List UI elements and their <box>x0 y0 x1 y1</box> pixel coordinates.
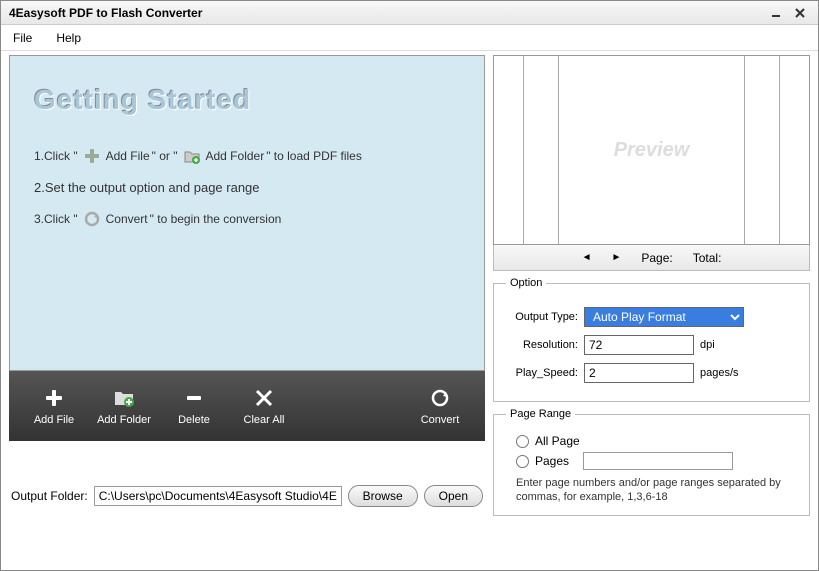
speed-row: Play_Speed: pages/s <box>506 363 797 383</box>
preview-pager: ◄ ► Page: Total: <box>493 245 810 271</box>
add-folder-button[interactable]: Add Folder <box>89 386 159 426</box>
delete-button[interactable]: Delete <box>159 386 229 426</box>
step1-text-a: 1.Click " <box>34 149 78 163</box>
preview-wrapper: Preview ◄ ► Page: Total: <box>493 55 810 271</box>
page-range-fieldset: Page Range All Page Pages Enter page num… <box>493 408 810 516</box>
open-button[interactable]: Open <box>424 485 483 507</box>
next-page-button[interactable]: ► <box>611 252 621 263</box>
step3-convert: Convert <box>106 212 148 226</box>
resolution-unit: dpi <box>700 339 715 351</box>
close-icon <box>794 7 806 19</box>
left-panel: Getting Started 1.Click " Add File " or … <box>9 55 485 562</box>
add-folder-label: Add Folder <box>97 414 151 426</box>
pages-row: Pages <box>516 452 797 470</box>
menubar: File Help <box>1 25 818 51</box>
resolution-input[interactable] <box>584 335 694 355</box>
convert-label: Convert <box>421 414 460 426</box>
option-fieldset: Option Output Type: Auto Play Format Res… <box>493 277 810 402</box>
folder-plus-icon <box>182 146 202 166</box>
output-type-row: Output Type: Auto Play Format <box>506 307 797 327</box>
step1-text-c: " to load PDF files <box>266 149 362 163</box>
page-label: Page: <box>641 251 672 265</box>
plus-icon <box>42 386 66 410</box>
step-3: 3.Click " Convert " to begin the convers… <box>34 209 460 229</box>
refresh-icon <box>428 386 452 410</box>
minimize-icon <box>770 7 782 19</box>
all-pages-label: All Page <box>535 434 580 448</box>
minus-icon <box>182 386 206 410</box>
page-range-hint: Enter page numbers and/or page ranges se… <box>516 476 797 505</box>
step1-addfile: Add File <box>106 149 150 163</box>
content-area: Getting Started 1.Click " Add File " or … <box>1 51 818 570</box>
menu-file[interactable]: File <box>13 31 32 45</box>
total-label: Total: <box>693 251 722 265</box>
output-folder-label: Output Folder: <box>11 489 88 503</box>
output-folder-row: Output Folder: Browse Open <box>9 485 485 507</box>
page-range-legend: Page Range <box>506 408 575 420</box>
preview-placeholder: Preview <box>559 56 744 244</box>
preview-inner-right <box>744 56 779 244</box>
folder-plus-icon <box>112 386 136 410</box>
preview-inner-left <box>524 56 559 244</box>
browse-button[interactable]: Browse <box>348 485 418 507</box>
plus-icon <box>82 146 102 166</box>
preview-edge-left <box>494 56 524 244</box>
speed-label: Play_Speed: <box>506 367 578 379</box>
convert-icon <box>82 209 102 229</box>
output-type-label: Output Type: <box>506 311 578 323</box>
close-button[interactable] <box>790 5 810 21</box>
titlebar: 4Easysoft PDF to Flash Converter <box>1 1 818 25</box>
app-window: 4Easysoft PDF to Flash Converter File He… <box>0 0 819 571</box>
all-pages-row: All Page <box>516 434 797 448</box>
step1-addfolder: Add Folder <box>206 149 265 163</box>
step-2: 2.Set the output option and page range <box>34 180 460 195</box>
delete-label: Delete <box>178 414 210 426</box>
add-file-label: Add File <box>34 414 74 426</box>
add-file-button[interactable]: Add File <box>19 386 89 426</box>
output-folder-input[interactable] <box>94 486 342 506</box>
step-1: 1.Click " Add File " or " Add Folder " t… <box>34 146 460 166</box>
getting-started-heading: Getting Started <box>34 84 460 116</box>
toolbar: Add File Add Folder Delete <box>9 371 485 441</box>
option-legend: Option <box>506 277 546 289</box>
pages-radio[interactable] <box>516 455 529 468</box>
resolution-row: Resolution: dpi <box>506 335 797 355</box>
speed-input[interactable] <box>584 363 694 383</box>
menu-help[interactable]: Help <box>56 31 81 45</box>
minimize-button[interactable] <box>766 5 786 21</box>
step3-text-b: " to begin the conversion <box>150 212 282 226</box>
step3-text-a: 3.Click " <box>34 212 78 226</box>
preview-edge-right <box>779 56 809 244</box>
preview-box: Preview <box>493 55 810 245</box>
prev-page-button[interactable]: ◄ <box>582 252 592 263</box>
speed-unit: pages/s <box>700 367 739 379</box>
instructions-panel: Getting Started 1.Click " Add File " or … <box>9 55 485 371</box>
window-title: 4Easysoft PDF to Flash Converter <box>9 6 762 20</box>
all-pages-radio[interactable] <box>516 435 529 448</box>
clear-all-label: Clear All <box>244 414 285 426</box>
x-icon <box>252 386 276 410</box>
resolution-label: Resolution: <box>506 339 578 351</box>
step1-text-b: " or " <box>152 149 178 163</box>
right-panel: Preview ◄ ► Page: Total: Option Output T… <box>493 55 810 562</box>
pages-label: Pages <box>535 454 569 468</box>
clear-all-button[interactable]: Clear All <box>229 386 299 426</box>
output-type-select[interactable]: Auto Play Format <box>584 307 744 327</box>
convert-button[interactable]: Convert <box>405 386 475 426</box>
pages-input[interactable] <box>583 452 733 470</box>
